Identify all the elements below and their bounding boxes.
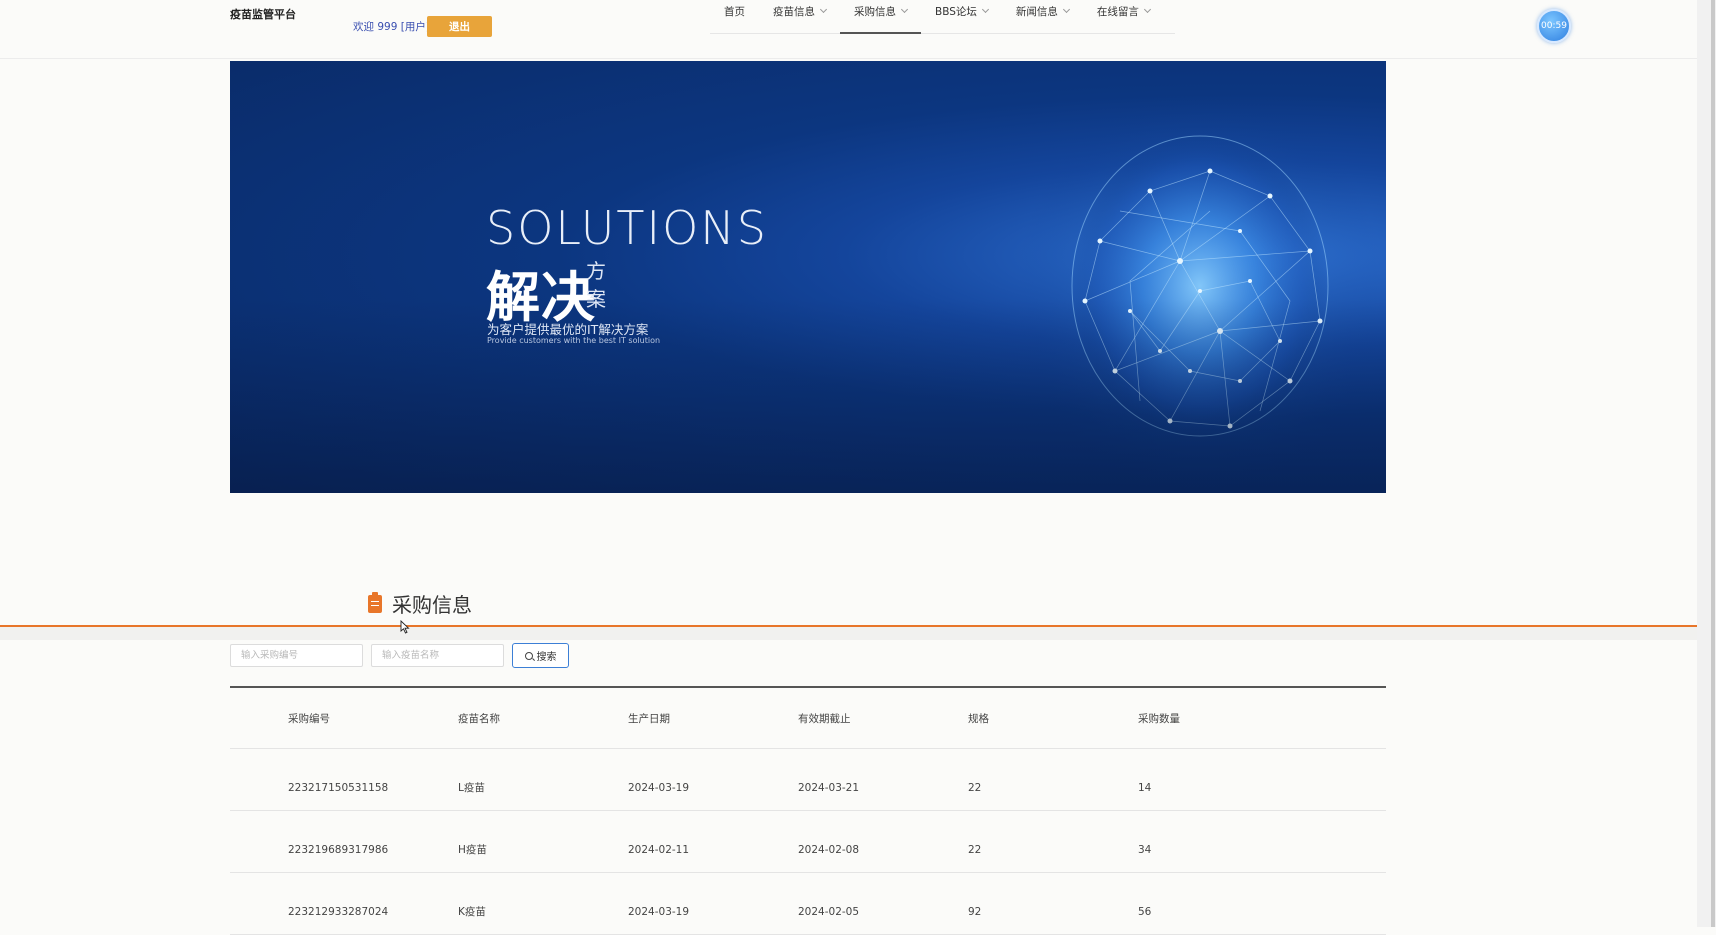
table-cell: 34 bbox=[1138, 843, 1152, 856]
table-cell: 2024-03-19 bbox=[628, 781, 690, 794]
clipboard-icon bbox=[368, 591, 382, 613]
table-cell: K疫苗 bbox=[458, 906, 486, 918]
table-cell: 223219689317986 bbox=[288, 843, 389, 856]
nav-item-vaccine-info[interactable]: 疫苗信息 bbox=[759, 0, 840, 28]
search-button-label: 搜索 bbox=[536, 652, 557, 663]
banner-side-text: 方案 bbox=[586, 259, 606, 311]
search-icon bbox=[524, 651, 533, 660]
table-row[interactable]: 223212933287024 K疫苗 2024-03-19 2024-02-0… bbox=[230, 873, 1386, 935]
nav-item-label: BBS论坛 bbox=[935, 5, 977, 18]
purchase-table: 采购编号 疫苗名称 生产日期 有效期截止 规格 采购数量 22321715053… bbox=[230, 686, 1386, 935]
column-header: 采购数量 bbox=[1138, 712, 1180, 725]
table-row[interactable]: 223219689317986 H疫苗 2024-02-11 2024-02-0… bbox=[230, 811, 1386, 873]
nav-item-purchase-info[interactable]: 采购信息 bbox=[840, 0, 921, 34]
table-cell: L疫苗 bbox=[458, 782, 485, 794]
nav-item-label: 新闻信息 bbox=[1015, 5, 1058, 18]
chevron-down-icon bbox=[819, 5, 828, 14]
column-header: 生产日期 bbox=[628, 712, 670, 725]
nav-item-label: 疫苗信息 bbox=[773, 5, 815, 18]
search-button[interactable]: 搜索 bbox=[512, 643, 569, 668]
table-header-row: 采购编号 疫苗名称 生产日期 有效期截止 规格 采购数量 bbox=[230, 688, 1386, 749]
column-header: 疫苗名称 bbox=[458, 712, 500, 725]
table-cell: 2024-02-11 bbox=[628, 843, 690, 856]
section-title: 采购信息 bbox=[392, 593, 472, 617]
section-header: 采购信息 bbox=[368, 589, 472, 618]
table-cell: 14 bbox=[1138, 781, 1152, 794]
nav-item-label: 采购信息 bbox=[854, 5, 896, 18]
table-cell: 2024-03-19 bbox=[628, 905, 690, 918]
banner-subtitle-en: Provide customers with the best IT solut… bbox=[487, 336, 661, 345]
section-band bbox=[0, 627, 1697, 640]
top-header: 疫苗监管平台 欢迎 999 [用户] 退出 首页 疫苗信息 采购信息 BBS论坛… bbox=[0, 0, 1697, 59]
vaccine-name-input[interactable] bbox=[371, 644, 504, 667]
column-header: 采购编号 bbox=[288, 712, 330, 725]
timer-badge[interactable]: 00:59 bbox=[1537, 9, 1571, 43]
table-row[interactable]: 223217150531158 L疫苗 2024-03-19 2024-03-2… bbox=[230, 749, 1386, 811]
nav-item-news[interactable]: 新闻信息 bbox=[1002, 0, 1083, 28]
table-cell: 2024-02-05 bbox=[798, 905, 860, 918]
chevron-down-icon bbox=[1062, 5, 1070, 14]
purchase-code-input[interactable] bbox=[230, 644, 363, 667]
nav-item-bbs[interactable]: BBS论坛 bbox=[921, 0, 1002, 28]
chevron-down-icon bbox=[900, 5, 909, 14]
welcome-text: 欢迎 999 [用户] bbox=[353, 21, 430, 33]
chevron-down-icon bbox=[1143, 5, 1151, 14]
banner-solutions-text: SOLUTIONS bbox=[486, 201, 768, 255]
nav-item-label: 首页 bbox=[724, 5, 745, 18]
nav-item-messages[interactable]: 在线留言 bbox=[1083, 0, 1164, 28]
column-header: 有效期截止 bbox=[798, 712, 851, 725]
table-cell: 92 bbox=[968, 905, 982, 918]
mouse-cursor-icon bbox=[400, 620, 410, 634]
chevron-down-icon bbox=[981, 5, 989, 14]
main-nav: 首页 疫苗信息 采购信息 BBS论坛 新闻信息 在线留言 bbox=[710, 0, 1175, 34]
table-cell: 22 bbox=[968, 843, 982, 856]
hero-banner: SOLUTIONS 解决 方案 为客户提供最优的IT解决方案 Provide c… bbox=[230, 61, 1386, 493]
site-title: 疫苗监管平台 bbox=[230, 8, 296, 21]
banner-shade bbox=[230, 61, 1386, 493]
search-bar: 搜索 bbox=[230, 643, 569, 668]
nav-item-home[interactable]: 首页 bbox=[710, 0, 759, 28]
table-cell: H疫苗 bbox=[458, 844, 487, 856]
table-cell: 2024-02-08 bbox=[798, 843, 860, 856]
table-cell: 56 bbox=[1138, 905, 1152, 918]
table-cell: 22 bbox=[968, 781, 982, 794]
table-cell: 223212933287024 bbox=[288, 905, 389, 918]
table-cell: 223217150531158 bbox=[288, 781, 389, 794]
nav-item-label: 在线留言 bbox=[1096, 5, 1139, 18]
logout-button[interactable]: 退出 bbox=[427, 16, 492, 37]
column-header: 规格 bbox=[968, 712, 989, 725]
scrollbar-thumb[interactable] bbox=[1711, 0, 1715, 927]
table-cell: 2024-03-21 bbox=[798, 781, 860, 794]
